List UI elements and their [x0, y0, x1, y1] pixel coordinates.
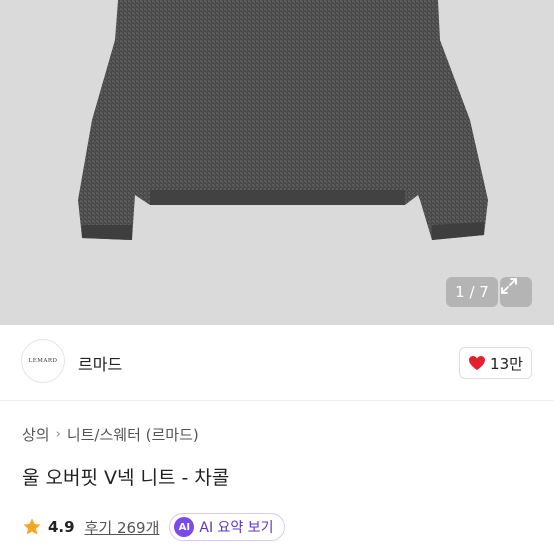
chevron-right-icon: ›: [55, 427, 61, 442]
breadcrumb-item-category[interactable]: 상의: [22, 424, 50, 445]
like-button[interactable]: 13만: [459, 347, 532, 379]
product-image-gallery[interactable]: 1 / 7: [0, 0, 554, 325]
product-title: 울 오버핏 V넥 니트 - 차콜: [22, 467, 230, 489]
ai-icon: AI: [174, 517, 195, 537]
expand-icon: [501, 278, 517, 294]
store-bar: LEMARD 르마드 13만: [0, 325, 554, 401]
image-counter: 1 / 7: [446, 277, 498, 307]
store-name[interactable]: 르마드: [78, 351, 122, 375]
star-icon: [23, 518, 41, 535]
expand-button[interactable]: [500, 277, 532, 307]
rating-value: 4.9: [48, 518, 75, 536]
store-logo-text: LEMARD: [28, 358, 58, 364]
breadcrumb-item-subcategory[interactable]: 니트/스웨터 (르마드): [67, 424, 199, 445]
reviews-link[interactable]: 후기 269개: [85, 517, 160, 538]
breadcrumb: 상의 › 니트/스웨터 (르마드): [22, 424, 199, 445]
heart-icon: [469, 356, 486, 370]
like-count: 13만: [490, 354, 523, 373]
rating-row: 4.9 후기 269개 AI AI 요약 보기: [22, 513, 285, 541]
ai-summary-label: AI 요약 보기: [199, 520, 274, 536]
store-logo[interactable]: LEMARD: [21, 339, 65, 383]
ai-summary-button[interactable]: AI AI 요약 보기: [169, 513, 285, 541]
